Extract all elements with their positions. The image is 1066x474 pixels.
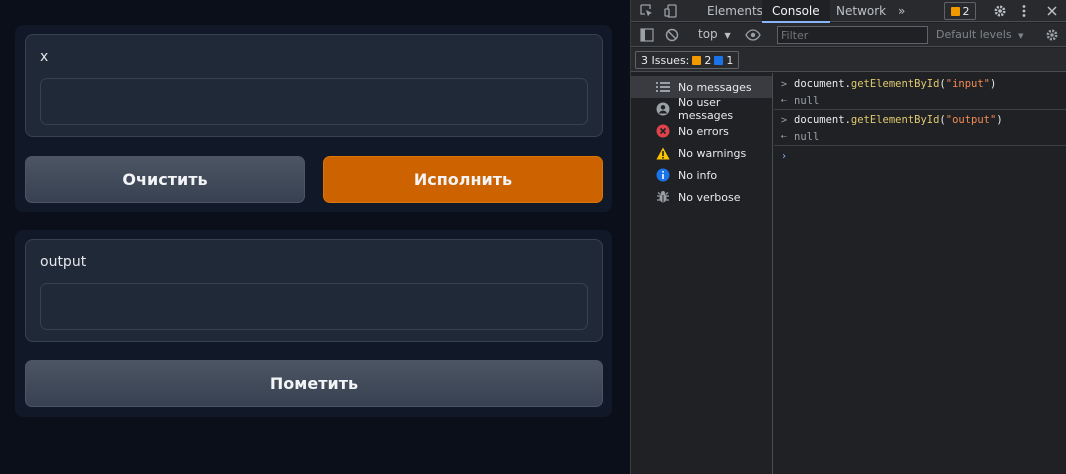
chevron-down-icon: ▼ [724,31,731,40]
tab-console[interactable]: Console [762,0,830,23]
device-toolbar-icon[interactable] [663,3,679,19]
issues-badge-count: 2 [962,4,970,18]
input-panel: x Очистить Исполнить [15,25,612,212]
clear-console-icon[interactable] [664,27,680,43]
x-input[interactable] [40,78,588,125]
gradio-app: x Очистить Исполнить output Пометить [0,0,630,474]
error-icon [656,124,670,138]
filter-input[interactable] [777,26,928,44]
console-sidebar: No messages No user messages No errors N… [631,73,773,474]
console-command: document.getElementById("input") [794,78,997,90]
sidebar-item-label: No errors [678,124,729,138]
sidebar-item-label: No verbose [678,190,741,204]
info-square-icon [714,55,724,65]
sidebar-item-warnings[interactable]: No warnings [631,142,772,164]
sidebar-item-label: No warnings [678,146,747,160]
console-input-row: > document.getElementById("output") [774,111,1066,129]
user-icon [656,102,670,116]
context-selector[interactable]: top ▼ [698,27,731,41]
console-result: null [794,130,820,143]
flag-button[interactable]: Пометить [25,360,603,407]
devtools-panel: Elements Console Network » 2 top ▼ Filte… [630,0,1066,474]
input-chevron-icon: > [780,114,788,126]
issues-badge[interactable]: 2 [944,2,976,20]
warning-square-icon [692,55,702,65]
more-tabs-button[interactable]: » [888,0,915,22]
close-icon[interactable] [1044,3,1060,19]
console-output[interactable]: > document.getElementById("input") ⇠ nul… [774,73,1066,474]
inspect-element-icon[interactable] [639,3,655,19]
info-icon [656,168,670,182]
issues-info-count: 1 [726,53,734,67]
warning-icon [656,146,670,160]
console-result-row: ⇠ null [774,92,1066,110]
log-levels-label: Default levels [936,28,1012,41]
bug-icon [656,190,670,204]
input-chevron-icon: > [780,78,788,90]
console-result-row: ⇠ null [774,128,1066,146]
sidebar-item-verbose[interactable]: No verbose [631,186,772,208]
console-command: document.getElementById("output") [794,114,1003,126]
sidebar-item-label: No info [678,168,718,182]
input-block: x [25,34,603,137]
result-arrow-icon: ⇠ [780,95,788,106]
console-toolbar: top ▼ Default levels ▼ [631,23,1066,47]
more-options-icon[interactable] [1016,3,1032,19]
input-label: x [40,49,49,65]
output-label: output [40,254,87,270]
issues-label: 3 Issues: [641,53,690,67]
context-value: top [698,27,718,41]
chevron-down-icon: ▼ [1018,32,1024,40]
devtools-tabbar: Elements Console Network » 2 [631,0,1066,23]
result-arrow-icon: ⇠ [780,131,788,142]
live-expression-eye-icon[interactable] [745,27,761,43]
issues-bar: 3 Issues: 2 1 [631,48,1066,72]
prompt-chevron-icon: › [780,150,788,162]
console-input-row: > document.getElementById("input") [774,75,1066,93]
output-block: output [25,239,603,342]
tab-network[interactable]: Network [826,0,896,22]
issues-warning-count: 2 [704,53,712,67]
output-field[interactable] [40,283,588,330]
sidebar-item-user-messages[interactable]: No user messages [631,96,772,122]
sidebar-item-label: No user messages [678,96,734,122]
settings-gear-icon[interactable] [992,3,1008,19]
console-result: null [794,94,820,107]
submit-button[interactable]: Исполнить [323,156,603,203]
log-levels-dropdown[interactable]: Default levels ▼ [936,28,1023,41]
console-settings-gear-icon[interactable] [1044,27,1060,43]
sidebar-item-info[interactable]: No info [631,164,772,186]
sidebar-item-messages[interactable]: No messages [631,76,772,98]
output-panel: output Пометить [15,230,612,417]
list-icon [656,80,670,94]
issues-chip[interactable]: 3 Issues: 2 1 [635,51,740,69]
sidebar-item-label: No messages [678,80,752,94]
console-prompt[interactable]: › [774,147,1066,165]
sidebar-toggle-icon[interactable] [639,27,655,43]
sidebar-item-errors[interactable]: No errors [631,120,772,142]
warning-square-icon [950,6,960,16]
clear-button[interactable]: Очистить [25,156,305,203]
